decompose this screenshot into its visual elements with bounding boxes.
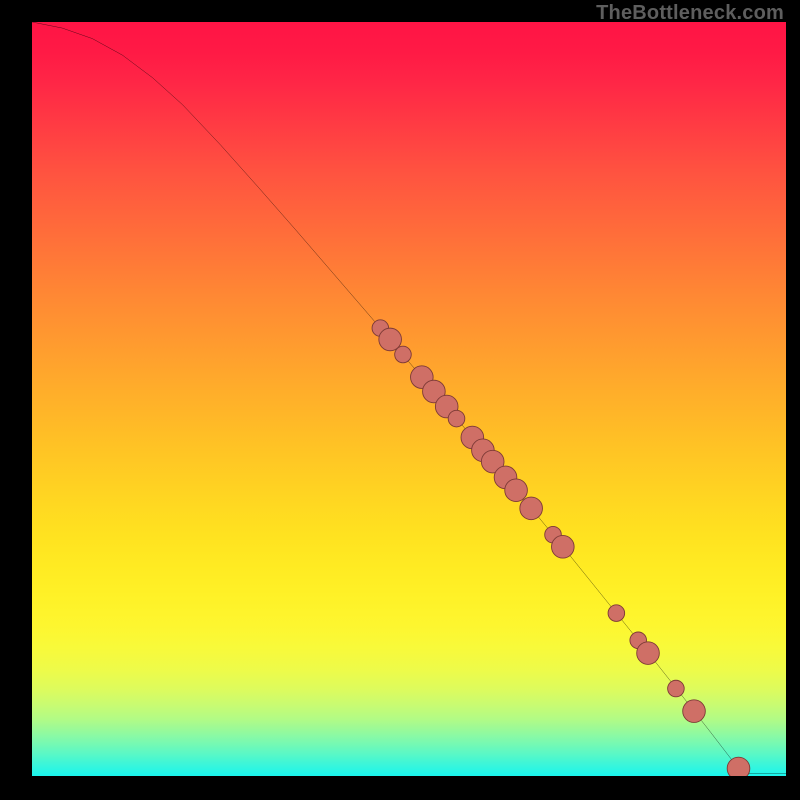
data-marker: [505, 479, 528, 502]
data-marker: [520, 497, 543, 520]
chart-overlay: [32, 22, 786, 776]
data-marker: [637, 642, 660, 665]
plot-area: [32, 22, 786, 776]
data-marker: [395, 346, 412, 363]
data-marker: [727, 757, 750, 776]
marker-group: [372, 320, 750, 776]
attribution-text: TheBottleneck.com: [596, 2, 784, 25]
data-marker: [683, 700, 706, 723]
curve-line: [32, 22, 786, 774]
data-marker: [668, 680, 685, 697]
chart-stage: TheBottleneck.com: [0, 0, 800, 800]
data-marker: [552, 535, 575, 558]
data-marker: [608, 605, 625, 622]
data-marker: [448, 410, 465, 427]
